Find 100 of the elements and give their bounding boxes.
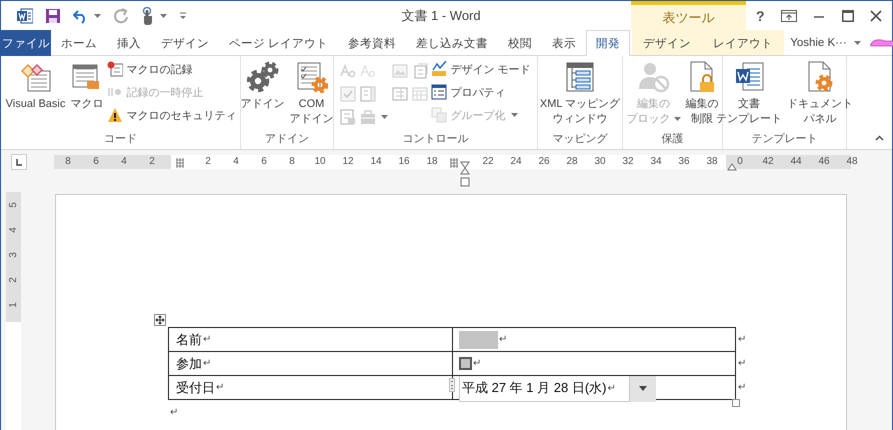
table-move-handle-icon[interactable] [154,314,166,326]
ribbon-button[interactable]: Visual Basic [4,59,66,114]
caret-icon [381,114,388,118]
avatar-icon[interactable] [868,38,893,48]
combo-box-icon [360,86,376,102]
ruler-number: 12 [342,155,354,169]
rich-text-control-icon [340,62,356,78]
ribbon-tab[interactable]: デザイン [151,30,219,56]
right-indent-icon[interactable] [727,163,737,171]
ruler-number: 22 [482,155,494,169]
document-template-icon [733,61,765,93]
ruler-number: 46 [818,155,830,169]
customize-toolbar-icon[interactable] [179,12,187,20]
grip-handle-icon[interactable] [449,378,455,392]
ruler-number: 28 [566,155,578,169]
ribbon-tab[interactable]: 校閲 [498,30,542,56]
ruler-number: 30 [594,155,606,169]
ribbon-button[interactable]: マクロのセキュリティ [107,105,236,125]
ribbon-button[interactable]: マクロの記録 [107,59,236,79]
ruler-number: 24 [510,155,522,169]
paragraph-mark: ↵ [170,407,180,418]
ruler-number: 38 [706,155,718,169]
ruler-number: 2 [6,277,20,283]
ribbon-tab[interactable]: ファイル [1,30,51,56]
ribbon-button[interactable]: プロパティ [431,82,531,102]
caret-icon [94,14,101,18]
close-icon[interactable] [870,10,882,22]
ribbon-display-icon[interactable] [780,10,797,22]
maximize-icon[interactable] [842,10,854,22]
collapse-ribbon-icon[interactable] [875,135,884,141]
column-marker-icon[interactable] [176,156,184,168]
ribbon-button[interactable]: XML マッピング ウィンドウ [538,59,622,129]
dropdown-list-icon [392,86,408,102]
redo-icon [113,8,129,24]
ribbon-tab[interactable]: ページ レイアウト [219,30,338,56]
account-caret-icon [854,40,861,44]
checkbox[interactable] [459,357,472,370]
indent-marker-icon[interactable] [460,161,470,187]
person-blocked-icon [638,61,670,93]
ribbon-button[interactable]: アドイン [240,59,286,114]
ruler-number: 2 [205,155,211,169]
ribbon-tab[interactable]: 開発 [586,30,630,56]
ruler-number: 4 [121,155,127,169]
date-value: 平成 27 年 1 月 28 日(水) [462,379,606,397]
ruler-number: 32 [622,155,634,169]
cell-text: 名前 [176,330,202,348]
ruler-number: 36 [678,155,690,169]
ruler-number: 5 [6,202,20,208]
ruler-number: 4 [6,227,20,233]
ribbon-tab[interactable]: 表示 [542,30,586,56]
ribbon-tab[interactable]: デザイン [632,30,702,56]
ruler-number: 3 [6,252,20,258]
gears-icon [246,61,278,93]
paragraph-mark: ↵ [738,382,746,392]
paragraph-mark: ↵ [473,358,482,369]
ruler-number: 42 [762,155,774,169]
plain-text-control-icon [360,62,376,78]
ruler-number: 6 [261,155,267,169]
warning-icon [107,107,124,123]
ribbon-tab[interactable]: 参考資料 [338,30,406,56]
xml-tree-icon [564,61,596,93]
date-picker-field[interactable]: 平成 27 年 1 月 28 日(水)↵ [459,376,630,402]
ruler-number: 4 [233,155,239,169]
tab-selector-icon[interactable] [11,154,27,170]
building-block-icon [412,62,428,78]
account-name[interactable]: Yoshie K··· [790,36,847,48]
dropdown-button[interactable] [630,376,656,402]
paragraph-mark: ↵ [203,334,212,345]
checklist-gear-icon [296,61,328,93]
caret-icon [511,113,518,117]
ruler-number: 26 [538,155,550,169]
design-mode-icon [431,61,448,77]
window-title: 文書 1 - Word [400,6,482,24]
paragraph-mark: ↵ [216,382,224,393]
ribbon-button[interactable]: マクロ [69,59,104,114]
caret-icon [674,117,680,122]
ribbon-tab[interactable]: 差し込み文書 [406,30,498,56]
ruler-number: 44 [790,155,802,169]
save-icon[interactable] [45,8,61,24]
touch-mode-icon[interactable] [141,6,155,24]
ribbon-button[interactable]: ドキュメント パネル [786,59,854,129]
ruler-number: 8 [65,155,71,169]
caret-icon [639,386,647,391]
table-resize-handle-icon[interactable] [732,399,740,407]
tab-group-title: 表ツール [631,1,746,30]
ruler-number: 10 [314,155,326,169]
ribbon-tab[interactable]: ホーム [51,30,107,56]
group-label: テンプレート [750,132,818,147]
group-label: マッピング [552,132,609,147]
column-marker-icon[interactable] [450,156,458,168]
help-button[interactable]: ? [756,8,765,24]
ribbon-tab[interactable]: レイアウト [702,30,784,56]
text-field[interactable] [459,330,498,348]
ribbon-tab[interactable]: 挿入 [107,30,151,56]
group-label: コード [103,132,138,147]
ribbon-button[interactable]: COM アドイン [288,59,334,129]
group-label: アドイン [264,132,310,147]
ribbon-button[interactable]: デザイン モード [431,59,531,79]
paragraph-mark: ↵ [738,334,746,344]
group-icon [431,107,448,123]
